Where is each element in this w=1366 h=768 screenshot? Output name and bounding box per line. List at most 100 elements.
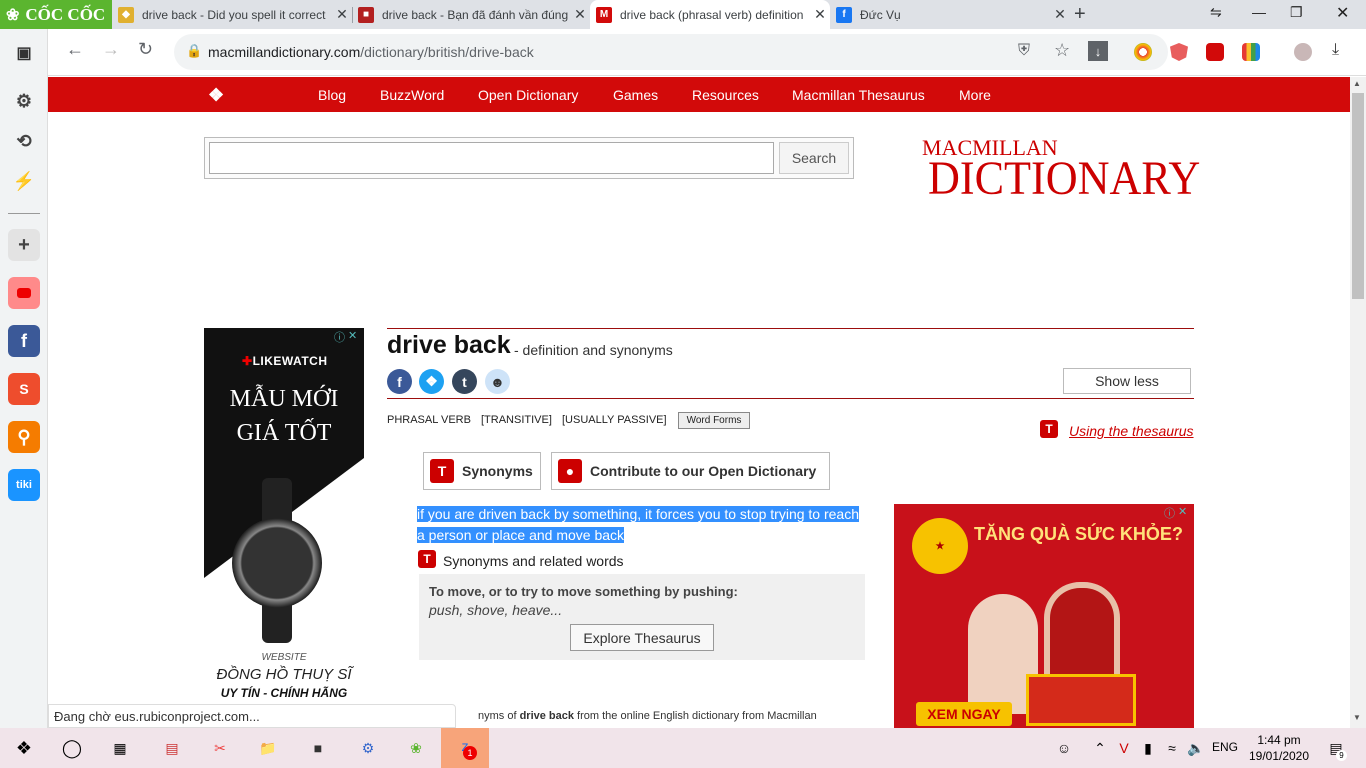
messenger-icon[interactable]: ⚡: [8, 165, 40, 197]
left-advertisement[interactable]: ✚LIKEWATCH MẪU MỚI GIÁ TỐT WEBSITE ĐỒNG …: [204, 328, 364, 728]
app-snipping-icon[interactable]: ✂: [208, 736, 232, 760]
app-sticky-icon[interactable]: ■: [306, 736, 330, 760]
volume-icon[interactable]: 🔈: [1184, 736, 1208, 760]
grammar-label-transitive: [TRANSITIVE]: [481, 414, 552, 426]
facebook-share-icon[interactable]: f: [387, 369, 412, 394]
tab-close-icon[interactable]: ✕: [332, 6, 352, 23]
search-input[interactable]: [209, 142, 774, 174]
scrollbar-thumb[interactable]: [1352, 93, 1364, 299]
input-language[interactable]: ENG: [1212, 740, 1238, 754]
minimize-icon[interactable]: —: [1252, 4, 1266, 20]
ad-small-text: WEBSITE: [261, 652, 307, 663]
app-unikey-icon[interactable]: ⚙: [356, 736, 380, 760]
zalo-taskbar-active[interactable]: Z 1: [441, 728, 489, 768]
nav-open-dictionary[interactable]: Open Dictionary: [478, 87, 578, 103]
new-tab-plus-icon[interactable]: +: [1074, 3, 1086, 26]
show-less-button[interactable]: Show less: [1063, 368, 1191, 394]
nav-blog[interactable]: Blog: [318, 87, 346, 103]
tab-close-icon[interactable]: ✕: [570, 6, 590, 23]
sidebar-toggle-icon[interactable]: ▣: [8, 37, 40, 69]
tab-4[interactable]: f Đức Vụ ✕: [830, 0, 1070, 29]
facebook-icon[interactable]: f: [8, 325, 40, 357]
address-bar[interactable]: 🔒 macmillandictionary.com/dictionary/bri…: [174, 34, 1168, 70]
search-button[interactable]: Search: [779, 142, 849, 174]
close-window-icon[interactable]: ✕: [1336, 3, 1349, 23]
youtube-icon[interactable]: [8, 277, 40, 309]
thesaurus-icon: T: [418, 550, 436, 568]
shield-icon[interactable]: ⛨: [1018, 42, 1030, 60]
adchoices-icon[interactable]: ⓘ ✕: [334, 329, 364, 344]
contribute-button[interactable]: ● Contribute to our Open Dictionary: [551, 452, 830, 490]
page-scrollbar[interactable]: ▲ ▼: [1350, 77, 1366, 728]
settings-gear-icon[interactable]: ⚙: [8, 85, 40, 117]
word-forms-button[interactable]: Word Forms: [678, 412, 750, 429]
ad-line-3: ĐỒNG HỒ THUỴ SĨ: [216, 666, 352, 683]
people-icon[interactable]: ☺: [1052, 736, 1076, 760]
part-of-speech: PHRASAL VERB: [387, 414, 471, 426]
ad-cta-button[interactable]: XEM NGAY: [916, 702, 1012, 726]
download-page-icon[interactable]: ↓: [1088, 41, 1108, 61]
profile-avatar[interactable]: [1294, 43, 1312, 61]
cortana-circle-icon[interactable]: ◯: [60, 736, 84, 760]
using-the-thesaurus-link[interactable]: Using the thesaurus: [1069, 423, 1194, 439]
ad-headline-1: MẪU MỚI: [229, 386, 339, 412]
ad-brand-logo-icon: ★: [912, 518, 968, 574]
scroll-up-icon[interactable]: ▲: [1353, 79, 1361, 88]
nav-buzzword[interactable]: BuzzWord: [380, 87, 444, 103]
sync-extension-icon[interactable]: [1206, 43, 1224, 61]
back-arrow-icon[interactable]: ←: [66, 39, 84, 60]
tab-close-icon[interactable]: ✕: [1050, 6, 1070, 23]
tab-search-icon[interactable]: ⇋: [1210, 4, 1222, 21]
tab-3-active[interactable]: M drive back (phrasal verb) definition ✕: [590, 0, 830, 29]
add-shortcut-plus-icon[interactable]: +: [8, 229, 40, 261]
watch-image-icon: [232, 518, 322, 608]
explore-thesaurus-button[interactable]: Explore Thesaurus: [570, 624, 714, 651]
windows-start-icon[interactable]: ❖: [12, 736, 36, 760]
synonyms-button-label: Synonyms: [462, 463, 533, 479]
search-app-icon[interactable]: ⚲: [8, 421, 40, 453]
wifi-icon[interactable]: ≈: [1160, 736, 1184, 760]
tumblr-share-icon[interactable]: t: [452, 369, 477, 394]
thesaurus-t-icon: T: [430, 459, 454, 483]
forward-arrow-icon[interactable]: →: [102, 39, 120, 60]
shopee-icon[interactable]: S: [8, 373, 40, 405]
reload-icon[interactable]: ↻: [138, 39, 153, 60]
macmillan-logo-icon[interactable]: ❖: [208, 85, 234, 105]
task-view-icon[interactable]: ▦: [108, 736, 132, 760]
coccoc-taskbar-icon[interactable]: ❀: [404, 736, 428, 760]
chrome-extension-icon[interactable]: [1134, 43, 1152, 61]
clock-date: 19/01/2020: [1248, 749, 1310, 763]
color-extension-icon[interactable]: [1242, 43, 1260, 61]
downloads-icon[interactable]: ⤓: [1332, 41, 1339, 59]
bookmark-star-icon[interactable]: ☆: [1054, 40, 1070, 61]
system-clock[interactable]: 1:44 pm 19/01/2020: [1248, 732, 1310, 764]
synonyms-button[interactable]: T Synonyms: [423, 452, 541, 490]
tiki-icon[interactable]: tiki: [8, 469, 40, 501]
ad-brand: ✚LIKEWATCH: [242, 354, 328, 368]
clock-time: 1:44 pm: [1257, 733, 1301, 747]
tab-close-icon[interactable]: ✕: [810, 6, 830, 23]
twitter-share-icon[interactable]: ❖: [419, 369, 444, 394]
history-icon[interactable]: ⟲: [8, 125, 40, 157]
entry-top-rule: [387, 328, 1194, 329]
file-explorer-icon[interactable]: 📁: [256, 736, 280, 760]
reddit-share-icon[interactable]: ☻: [485, 369, 510, 394]
battery-icon[interactable]: ▮: [1136, 736, 1160, 760]
shield-extension-icon[interactable]: [1170, 43, 1188, 61]
definition-text: if you are driven back by something, it …: [417, 504, 863, 546]
right-advertisement[interactable]: ★ TĂNG QUÀ SỨC KHỎE? XEM NGAY: [894, 504, 1194, 728]
unikey-v-icon[interactable]: V: [1112, 736, 1136, 760]
tab-2[interactable]: ■ drive back - Bạn đã đánh vần đúng ✕: [352, 0, 590, 29]
adchoices-icon[interactable]: ⓘ ✕: [1164, 505, 1194, 520]
tab-favicon-icon: ■: [358, 6, 374, 23]
tab-1[interactable]: ◆ drive back - Did you spell it correct …: [112, 0, 352, 29]
nav-more[interactable]: More: [959, 87, 991, 103]
tray-chevron-icon[interactable]: ⌃: [1088, 736, 1112, 760]
coccoc-logo[interactable]: ❀ CỐC CỐC: [0, 0, 112, 29]
restore-icon[interactable]: ❐: [1290, 4, 1303, 21]
nav-games[interactable]: Games: [613, 87, 658, 103]
nav-resources[interactable]: Resources: [692, 87, 759, 103]
nav-macmillan-thesaurus[interactable]: Macmillan Thesaurus: [792, 87, 925, 103]
scroll-down-icon[interactable]: ▼: [1353, 713, 1361, 722]
app-office-icon[interactable]: ▤: [160, 736, 184, 760]
